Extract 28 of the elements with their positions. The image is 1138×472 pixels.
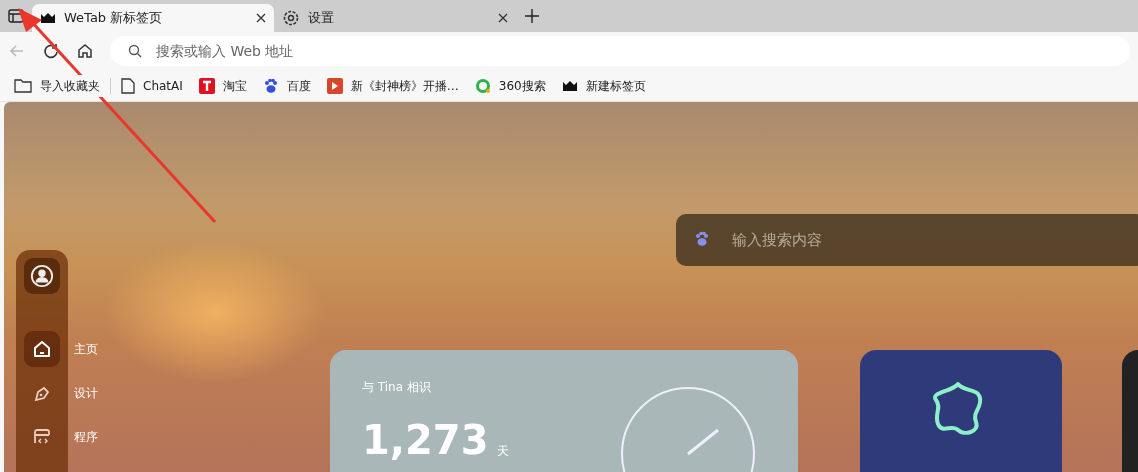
close-icon[interactable] (256, 13, 266, 23)
crown-icon (40, 10, 56, 26)
paw-icon (694, 231, 710, 247)
sidebar-toggle-icon[interactable] (8, 8, 24, 24)
search-icon (128, 44, 142, 58)
browser-tab[interactable]: WeTab 新标签页 (32, 4, 274, 32)
address-field[interactable]: 搜索或输入 Web 地址 (110, 36, 1130, 66)
tab-title: 设置 (308, 9, 335, 28)
new-tab-icon[interactable] (524, 8, 540, 24)
avatar-button[interactable] (24, 258, 60, 294)
taobao-icon (198, 77, 215, 94)
folder-icon (14, 77, 32, 94)
day-count: 1,273 (362, 420, 489, 460)
ring-icon (474, 77, 491, 94)
home-icon (32, 339, 52, 359)
unit-label: 天 (496, 443, 509, 460)
refresh-icon[interactable] (42, 42, 60, 60)
gear-icon (282, 9, 300, 27)
page-icon (121, 77, 135, 94)
tab-title: WeTab 新标签页 (64, 9, 164, 28)
search-field[interactable]: 输入搜索内容 (676, 214, 1138, 266)
card-title: 与 Tina 相识 (362, 379, 432, 396)
sidebar-item[interactable]: 程序 (24, 419, 124, 455)
browser-tab[interactable]: 设置 (274, 4, 516, 32)
close-icon[interactable] (498, 13, 508, 23)
paw-icon (262, 77, 279, 94)
video-app-icon (326, 77, 343, 94)
home-icon[interactable] (76, 42, 94, 60)
